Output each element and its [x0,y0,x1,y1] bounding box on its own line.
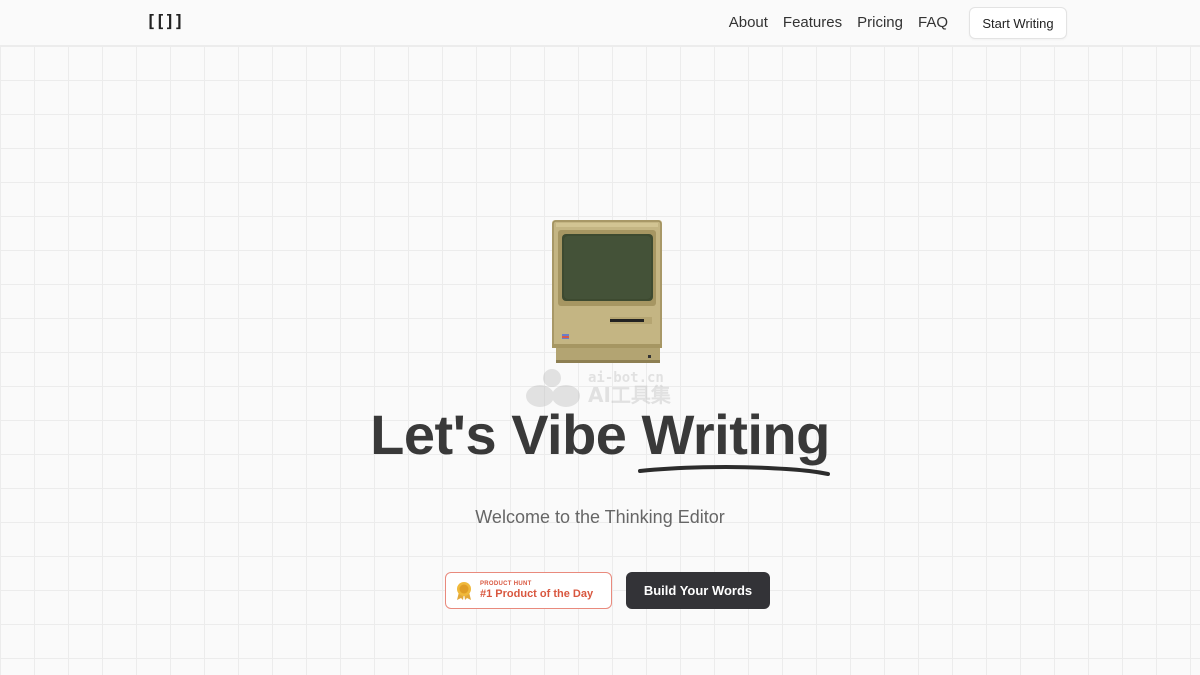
nav-link-features[interactable]: Features [783,14,842,31]
top-navbar: [[]] About Features Pricing FAQ Start Wr… [0,0,1200,46]
product-hunt-label: PRODUCT HUNT [480,581,532,588]
medal-icon [457,581,471,600]
nav-link-pricing[interactable]: Pricing [857,14,903,31]
product-hunt-badge[interactable]: PRODUCT HUNT #1 Product of the Day [445,572,612,609]
hero-title-prefix: Let's Vibe [370,403,642,466]
hero-title: Let's Vibe Writing [0,402,1200,476]
nav-link-faq[interactable]: FAQ [918,14,948,31]
nav-link-about[interactable]: About [729,14,768,31]
brand-logo[interactable]: [[]] [146,12,184,32]
hero-title-highlight: Writing [641,403,831,466]
scribble-underline [637,465,830,476]
retro-computer-illustration [552,220,664,371]
nav-links: About Features Pricing FAQ [729,14,948,31]
build-your-words-button[interactable]: Build Your Words [626,572,770,609]
start-writing-button[interactable]: Start Writing [969,7,1067,39]
product-hunt-award: #1 Product of the Day [480,587,594,600]
hero-subtitle: Welcome to the Thinking Editor [475,507,725,527]
hero-title-highlight-wrap: Writing [637,402,831,476]
